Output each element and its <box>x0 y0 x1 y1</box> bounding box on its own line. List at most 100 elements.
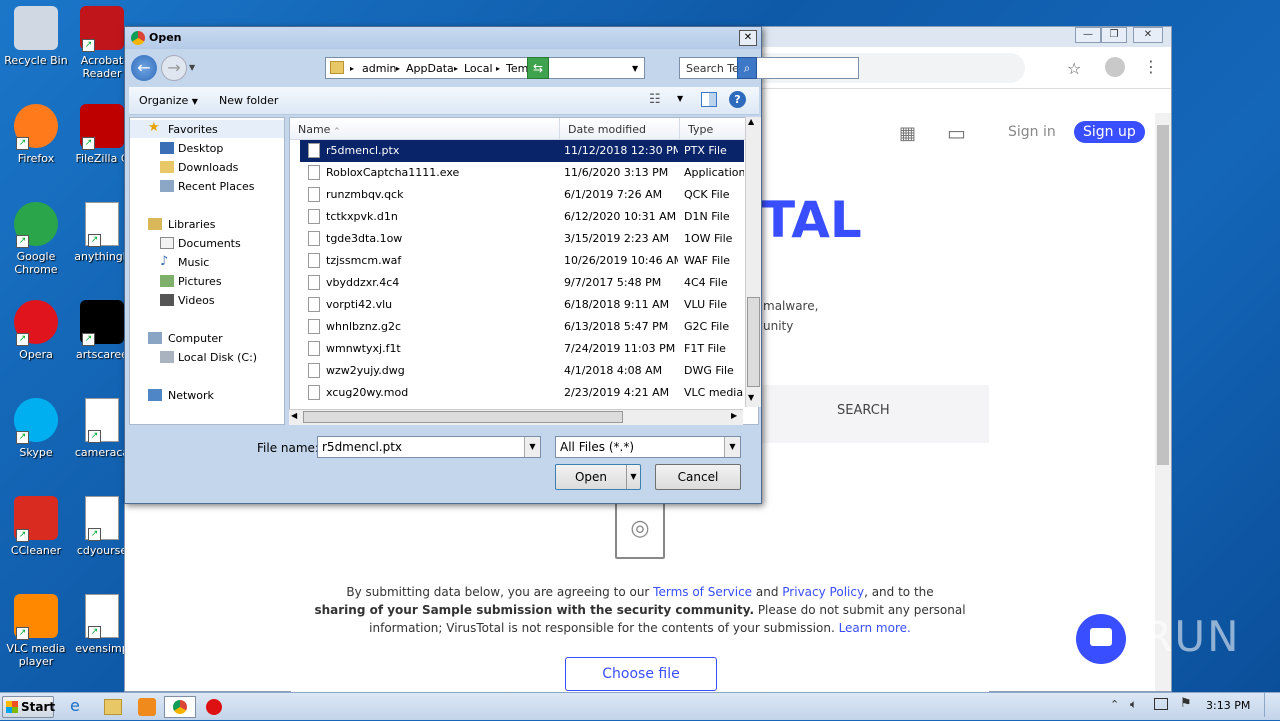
nav-videos[interactable]: Videos <box>178 294 215 307</box>
privacy-link[interactable]: Privacy Policy <box>782 585 864 599</box>
file-row[interactable]: wzw2yujy.dwg 4/1/2018 4:08 AM DWG File <box>300 360 744 382</box>
tab-search[interactable]: SEARCH <box>837 403 890 418</box>
show-desktop-button[interactable] <box>1264 693 1278 717</box>
nav-network[interactable]: Network <box>168 389 214 402</box>
back-arrow-icon[interactable]: ← <box>131 55 157 81</box>
nav-music[interactable]: Music <box>178 256 209 269</box>
opera-taskbar-icon[interactable] <box>206 699 222 715</box>
help-icon[interactable]: ? <box>729 91 746 108</box>
action-center-flag-icon[interactable]: ⚑ <box>1180 696 1192 718</box>
file-row[interactable]: r5dmencl.ptx 11/12/2018 12:30 PM PTX File <box>300 140 744 162</box>
terms-link[interactable]: Terms of Service <box>653 585 752 599</box>
minimize-button[interactable]: — <box>1075 27 1101 43</box>
nav-libraries[interactable]: Libraries <box>168 218 216 231</box>
chat-widget-icon[interactable] <box>1076 614 1126 664</box>
refresh-icon[interactable]: ⇆ <box>527 57 549 79</box>
ie-taskbar-icon[interactable]: e <box>70 696 90 718</box>
show-hidden-icons-icon[interactable]: ⌃ <box>1110 698 1119 720</box>
file-row[interactable]: vbyddzxr.4c4 9/7/2017 5:48 PM 4C4 File <box>300 272 744 294</box>
nav-computer[interactable]: Computer <box>168 332 223 345</box>
view-dropdown-icon[interactable]: ▼ <box>677 94 683 103</box>
signin-link[interactable]: Sign in <box>1008 124 1056 140</box>
column-name[interactable]: Name ^ <box>290 118 560 140</box>
dialog-titlebar: Open ✕ <box>125 27 761 49</box>
desktop-icon-ccleaner[interactable]: ↗ CCleaner <box>0 496 72 557</box>
nav-local-disk[interactable]: Local Disk (C:) <box>178 351 257 364</box>
clock[interactable]: 3:13 PM <box>1206 699 1250 721</box>
nav-documents[interactable]: Documents <box>178 237 241 250</box>
forward-arrow-icon[interactable]: → <box>161 55 187 81</box>
file-type-select[interactable]: All Files (*.*) ▼ <box>555 436 741 458</box>
desktop-icon-label: Opera <box>19 348 53 361</box>
search-icon[interactable]: ⌕ <box>737 57 757 79</box>
volume-icon[interactable]: 🔈︎ <box>1130 697 1137 719</box>
file-type: VLU File <box>684 298 728 311</box>
file-type: PTX File <box>684 144 727 157</box>
start-button[interactable]: Start <box>2 696 55 718</box>
file-name: tctkxpvk.d1n <box>326 210 398 223</box>
profile-avatar-icon[interactable] <box>1105 57 1125 77</box>
media-player-taskbar-icon[interactable] <box>138 698 156 716</box>
file-row[interactable]: xcug20wy.mod 2/23/2019 4:21 AM VLC media f… <box>300 382 744 404</box>
file-type-dropdown-icon[interactable]: ▼ <box>724 437 740 457</box>
desktop-icon-opera[interactable]: ↗ Opera <box>0 300 72 361</box>
network-tray-icon[interactable] <box>1154 698 1168 710</box>
nav-recent-places[interactable]: Recent Places <box>178 180 255 193</box>
firefox-icon: ↗ <box>14 104 58 150</box>
chat-bubble-icon[interactable]: ▭ <box>947 121 966 145</box>
address-dropdown-icon[interactable]: ▼ <box>632 64 638 73</box>
address-bar[interactable]: ▸ admin ▸ AppData ▸ Local ▸ Temp ▸ ▼ <box>325 57 645 79</box>
file-row[interactable]: tgde3dta.1ow 3/15/2019 2:23 AM 1OW File <box>300 228 744 250</box>
file-row[interactable]: RobloxCaptcha1111.exe 11/6/2020 3:13 PM Ap… <box>300 162 744 184</box>
file-row[interactable]: wmnwtyxj.f1t 7/24/2019 11:03 PM F1T File <box>300 338 744 360</box>
nav-pictures[interactable]: Pictures <box>178 275 222 288</box>
open-split-dropdown-icon[interactable]: ▼ <box>626 465 640 489</box>
nav-desktop[interactable]: Desktop <box>178 142 223 155</box>
open-button[interactable]: Open ▼ <box>555 464 641 490</box>
learn-more-link[interactable]: Learn more. <box>839 621 911 635</box>
file-icon <box>308 341 320 356</box>
desktop-icon-skype[interactable]: ↗ Skype <box>0 398 72 459</box>
file-list-vscroll[interactable]: ▲ ▼ <box>745 117 761 407</box>
dialog-close-button[interactable]: ✕ <box>739 30 757 46</box>
nav-downloads[interactable]: Downloads <box>178 161 238 174</box>
file-row[interactable]: runzmbqv.qck 6/1/2019 7:26 AM QCK File <box>300 184 744 206</box>
desktop-icon-google-chrome[interactable]: ↗ Google Chrome <box>0 202 72 276</box>
file-date: 11/6/2020 3:13 PM <box>564 166 669 179</box>
preview-pane-icon[interactable] <box>701 92 717 107</box>
filename-input[interactable]: r5dmencl.ptx ▼ <box>317 436 541 458</box>
history-dropdown-icon[interactable]: ▼ <box>189 63 195 72</box>
apps-grid-icon[interactable]: ▦ <box>899 123 916 144</box>
cancel-button[interactable]: Cancel <box>655 464 741 490</box>
desktop-icon-firefox[interactable]: ↗ Firefox <box>0 104 72 165</box>
close-button[interactable]: ✕ <box>1133 27 1163 43</box>
column-date-modified[interactable]: Date modified <box>560 118 680 140</box>
filename-dropdown-icon[interactable]: ▼ <box>524 437 540 457</box>
chrome-taskbar-button[interactable] <box>164 696 196 718</box>
view-options-icon[interactable]: ☷ <box>649 92 661 107</box>
file-list-hscroll[interactable]: ◀ ▶ <box>289 409 743 425</box>
nav-favorites[interactable]: Favorites <box>168 123 218 136</box>
signup-button[interactable]: Sign up <box>1074 121 1145 143</box>
file-row[interactable]: vorpti42.vlu 6/18/2018 9:11 AM VLU File <box>300 294 744 316</box>
organize-button[interactable]: Organize ▼ <box>139 94 198 107</box>
file-icon <box>308 363 320 378</box>
menu-kebab-icon[interactable]: ⋮ <box>1143 57 1159 76</box>
maximize-button[interactable]: ❐ <box>1101 27 1127 43</box>
desktop-icon-vlc-media-player[interactable]: ↗ VLC media player <box>0 594 72 668</box>
file-name: vorpti42.vlu <box>326 298 393 311</box>
anyrun-watermark: ANY RUN <box>1036 612 1241 661</box>
breadcrumb-local[interactable]: Local <box>464 62 493 75</box>
page-scrollbar[interactable] <box>1155 113 1171 691</box>
new-folder-button[interactable]: New folder <box>219 94 278 107</box>
choose-file-button[interactable]: Choose file <box>565 657 717 691</box>
search-input[interactable]: Search Temp <box>679 57 859 79</box>
breadcrumb-admin[interactable]: admin <box>362 62 396 75</box>
desktop-icon-recycle-bin[interactable]: Recycle Bin <box>0 6 72 67</box>
breadcrumb-appdata[interactable]: AppData <box>406 62 454 75</box>
file-row[interactable]: tzjssmcm.waf 10/26/2019 10:46 AM WAF File <box>300 250 744 272</box>
explorer-taskbar-icon[interactable] <box>104 699 122 715</box>
file-row[interactable]: whnlbznz.g2c 6/13/2018 5:47 PM G2C File <box>300 316 744 338</box>
file-row[interactable]: tctkxpvk.d1n 6/12/2020 10:31 AM D1N File <box>300 206 744 228</box>
bookmark-star-icon[interactable]: ☆ <box>1067 59 1081 78</box>
